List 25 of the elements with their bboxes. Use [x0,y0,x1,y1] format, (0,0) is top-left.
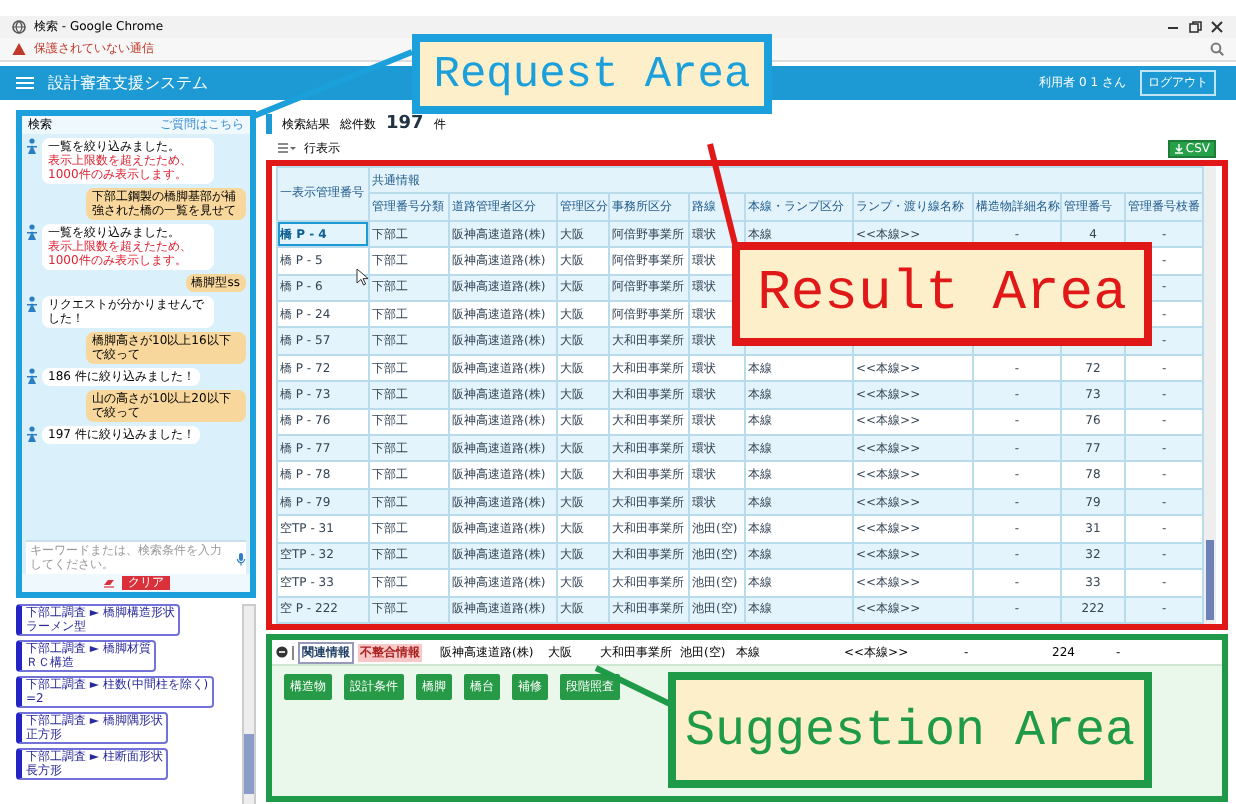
restore-icon[interactable] [1188,20,1202,34]
annotation-label: Request Area [412,34,772,114]
annotation-label: Result Area [732,242,1152,346]
accent-bar [266,114,272,134]
app-title: 設計審査支援システム [48,72,208,94]
annotation-label: Suggestion Area [668,672,1152,788]
close-icon[interactable] [1210,20,1224,34]
warning-icon [12,42,26,56]
person-icon [26,138,38,154]
scrollbar[interactable] [242,604,256,804]
person-icon [26,368,38,384]
menu-icon[interactable] [16,76,34,90]
person-icon [26,426,38,442]
globe-icon [12,20,26,34]
mic-icon[interactable] [236,551,246,565]
search-icon[interactable] [1210,42,1224,56]
scrollbar[interactable] [1204,166,1217,624]
person-icon [26,224,38,240]
cursor-icon [356,268,368,286]
result-count: 197 [386,114,424,134]
download-icon [1173,143,1184,153]
eraser-icon [102,578,116,588]
collapse-icon[interactable] [276,646,288,658]
list-icon[interactable] [278,142,296,154]
person-icon [26,296,38,312]
